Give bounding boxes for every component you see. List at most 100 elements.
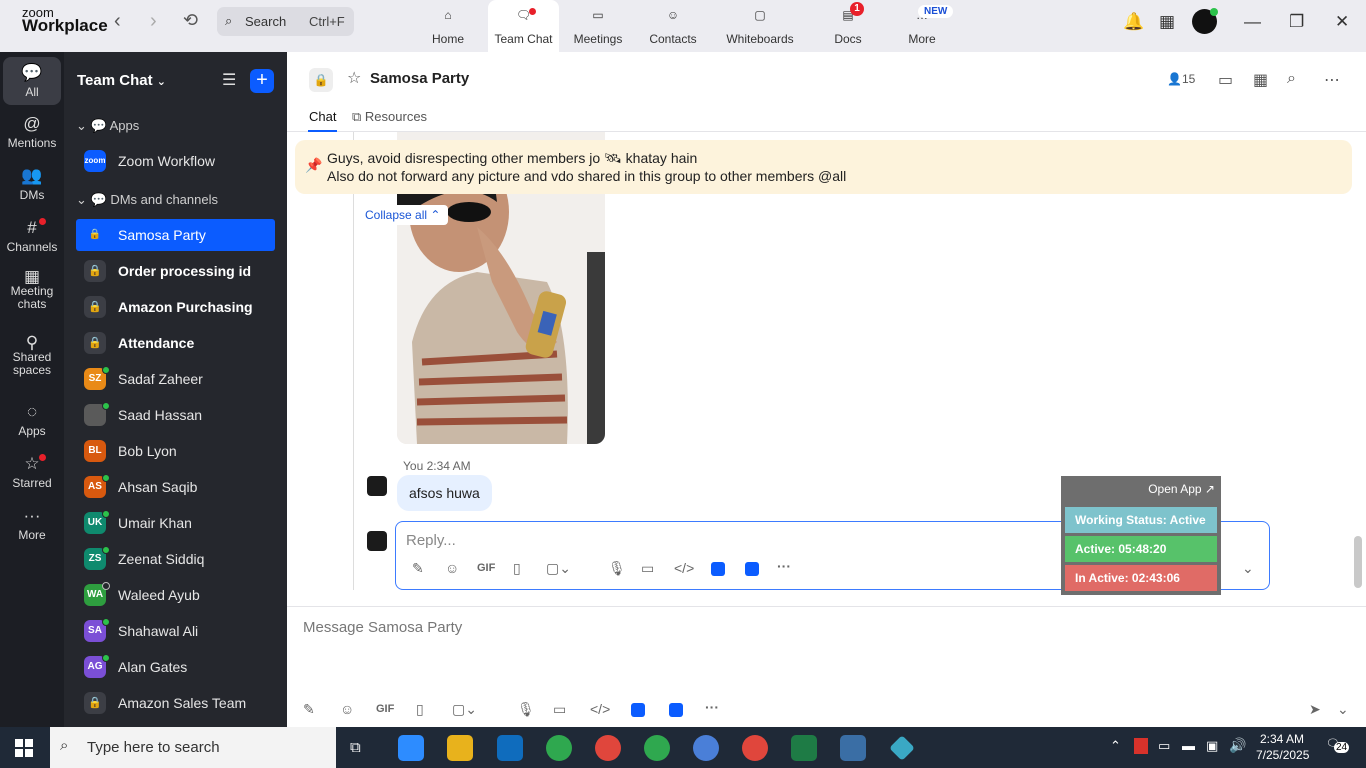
bell-icon[interactable]: 🔔 [1123, 12, 1144, 32]
list-item-samosa-party[interactable]: 🔒 Samosa Party [76, 219, 275, 251]
scrollbar[interactable] [1354, 536, 1362, 588]
gif-button[interactable]: GIF [477, 562, 495, 574]
tab-chat[interactable]: Chat [309, 109, 336, 124]
video-clip-icon[interactable]: ▭ [553, 701, 566, 718]
close-icon[interactable]: ✕ [1335, 12, 1349, 32]
rail-more[interactable]: ··· More [3, 506, 61, 542]
tab-contacts[interactable]: ☺ Contacts [643, 0, 703, 52]
tab-home[interactable]: ⌂ Home [418, 0, 478, 52]
calendar-icon[interactable]: ▦ [1159, 12, 1175, 32]
rail-meeting-chats[interactable]: ▦ Meeting chats [3, 268, 61, 311]
restore-icon[interactable]: ❐ [1289, 12, 1304, 32]
panel-title[interactable]: Team Chat ⌄ [77, 72, 166, 89]
filter-icon[interactable]: ☰ [222, 70, 236, 90]
list-item-zoom-workflow[interactable]: zoom Zoom Workflow [76, 145, 275, 177]
more-options-icon[interactable]: ··· [705, 699, 719, 715]
battery-icon[interactable]: ▬ [1182, 738, 1195, 753]
calendar-icon[interactable]: ▦ [1253, 70, 1268, 90]
new-chat-button[interactable]: + [250, 69, 274, 93]
search-box[interactable]: ⌕ Search Ctrl+F [217, 7, 354, 36]
chrome-icon[interactable] [595, 735, 621, 761]
history-icon[interactable]: ⟲ [183, 10, 198, 31]
emoji-icon[interactable]: ☺ [340, 701, 354, 717]
list-item-amazon-sales-team[interactable]: 🔒 Amazon Sales Team [76, 687, 275, 719]
dms-section[interactable]: ⌄ 💬 DMs and channels [76, 192, 218, 208]
app-icon[interactable] [711, 562, 725, 576]
screenshot-icon[interactable]: ▢⌄ [546, 560, 571, 577]
message-bubble[interactable]: afsos huwa [397, 475, 492, 511]
send-icon[interactable]: ➤ [1309, 701, 1321, 718]
code-icon[interactable]: </> [674, 560, 694, 576]
tab-resources[interactable]: ⧉ Resources [352, 109, 427, 125]
rail-dms[interactable]: 👥 DMs [3, 166, 61, 202]
task-view-icon[interactable]: ⧉ [350, 739, 361, 756]
star-icon[interactable]: ☆ [347, 68, 361, 88]
gif-button[interactable]: GIF [376, 703, 394, 715]
forward-arrow-icon[interactable]: › [150, 10, 157, 33]
rail-mentions[interactable]: @ Mentions [3, 114, 61, 150]
members-button[interactable]: 👤15 [1167, 72, 1195, 86]
list-item-zeenat-siddiq[interactable]: ZS Zeenat Siddiq [76, 543, 275, 575]
more-options-icon[interactable]: ⋯ [1324, 70, 1340, 90]
channel-title[interactable]: Samosa Party [370, 70, 469, 87]
list-item-waleed-ayub[interactable]: WA Waleed Ayub [76, 579, 275, 611]
search-icon[interactable]: ⌕ [1287, 70, 1296, 88]
list-item-bob-lyon[interactable]: BL Bob Lyon [76, 435, 275, 467]
list-item-order-processing[interactable]: 🔒 Order processing id [76, 255, 275, 287]
windows-start-icon[interactable] [15, 739, 33, 757]
video-call-icon[interactable]: ▭ [1218, 70, 1233, 90]
chrome-icon[interactable] [742, 735, 768, 761]
acrobat-icon[interactable] [1134, 738, 1148, 754]
chevron-up-icon[interactable]: ⌃ [1110, 738, 1121, 754]
microphone-icon[interactable]: 🎙 [608, 560, 626, 577]
rail-starred[interactable]: ☆ Starred [3, 454, 61, 490]
notification-button[interactable]: 🗨 24 [1326, 737, 1350, 757]
app-icon[interactable] [889, 735, 915, 761]
reply-input[interactable]: Reply... [406, 532, 456, 549]
apps-section[interactable]: ⌄ 💬 Apps [76, 118, 139, 134]
rail-all[interactable]: 💬 All [3, 57, 61, 105]
list-item-saad-hassan[interactable]: Saad Hassan [76, 399, 275, 431]
calculator-icon[interactable] [840, 735, 866, 761]
more-options-icon[interactable]: ··· [777, 558, 791, 574]
file-icon[interactable]: ▯ [513, 560, 521, 577]
avatar[interactable] [367, 476, 387, 496]
format-icon[interactable]: ✎ [412, 560, 424, 577]
outlook-icon[interactable] [497, 735, 523, 761]
volume-icon[interactable]: 🔊 [1229, 737, 1246, 754]
chevron-down-icon[interactable]: ⌄ [1337, 701, 1349, 718]
minimize-icon[interactable]: — [1244, 12, 1261, 32]
pinned-message[interactable]: 📌 Guys, avoid disrespecting other member… [295, 140, 1352, 194]
message-input[interactable]: Message Samosa Party [303, 619, 462, 636]
chrome-icon[interactable] [693, 735, 719, 761]
list-item-ahsan-saqib[interactable]: AS Ahsan Saqib [76, 471, 275, 503]
clock[interactable]: 2:34 AM 7/25/2025 [1256, 731, 1309, 763]
open-app-button[interactable]: Open App ↗ [1148, 482, 1215, 496]
list-item-attendance[interactable]: 🔒 Attendance [76, 327, 275, 359]
code-icon[interactable]: </> [590, 701, 610, 717]
back-arrow-icon[interactable]: ‹ [114, 10, 121, 33]
list-item-shahawal-ali[interactable]: SA Shahawal Ali [76, 615, 275, 647]
chrome-icon[interactable] [644, 735, 670, 761]
format-icon[interactable]: ✎ [303, 701, 315, 718]
screenshot-icon[interactable]: ▢⌄ [452, 701, 477, 718]
excel-icon[interactable] [791, 735, 817, 761]
microphone-icon[interactable]: 🎙 [517, 701, 535, 718]
taskbar-search[interactable]: ⌕ Type here to search [50, 727, 336, 768]
chevron-down-icon[interactable]: ⌄ [1242, 560, 1254, 577]
file-explorer-icon[interactable] [447, 735, 473, 761]
app-icon[interactable] [745, 562, 759, 576]
tab-team-chat[interactable]: 🗨 Team Chat [488, 0, 559, 52]
app-icon[interactable] [631, 703, 645, 717]
tab-docs[interactable]: ▤ 1 Docs [820, 0, 876, 52]
emoji-icon[interactable]: ☺ [445, 560, 459, 576]
chrome-icon[interactable] [546, 735, 572, 761]
rail-channels[interactable]: # Channels [3, 218, 61, 254]
tab-more[interactable]: … NEW More [893, 0, 954, 52]
network-icon[interactable]: ▭ [1158, 738, 1170, 754]
rail-apps[interactable]: ◌ Apps [3, 402, 61, 438]
list-item-alan-gates[interactable]: AG Alan Gates [76, 651, 275, 683]
tab-meetings[interactable]: ▭ Meetings [568, 0, 628, 52]
wifi-icon[interactable]: ▣ [1206, 738, 1218, 754]
file-icon[interactable]: ▯ [416, 701, 424, 718]
